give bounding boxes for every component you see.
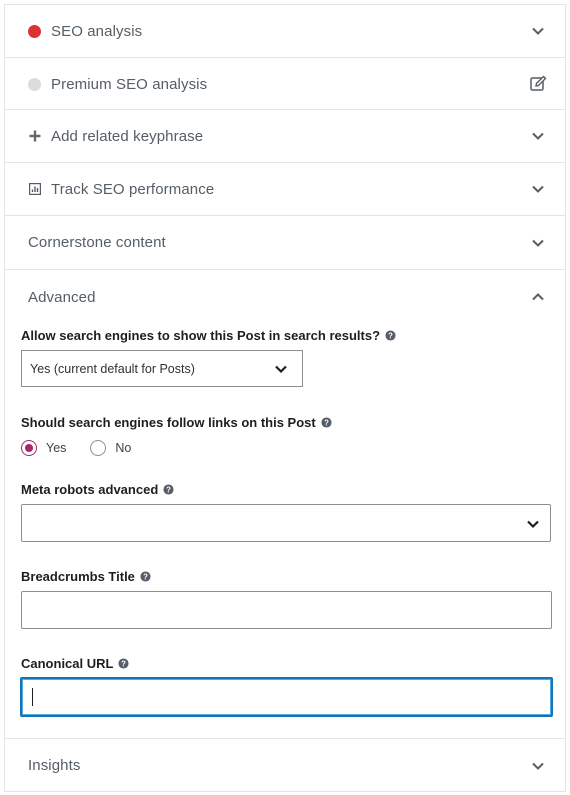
search-results-select[interactable]: Yes (current default for Posts) bbox=[21, 350, 303, 387]
label-text: Meta robots advanced bbox=[21, 482, 159, 497]
section-title: Track SEO performance bbox=[51, 180, 215, 198]
section-insights: Insights bbox=[5, 738, 565, 792]
svg-text:?: ? bbox=[388, 331, 393, 340]
breadcrumbs-title-label: Breadcrumbs Title ? bbox=[21, 569, 151, 584]
text-caret bbox=[32, 688, 33, 706]
chart-icon bbox=[28, 183, 41, 196]
section-advanced: Advanced Allow search engines to show th… bbox=[5, 269, 565, 738]
chevron-up-icon bbox=[532, 293, 544, 301]
select-value: Yes (current default for Posts) bbox=[30, 361, 195, 376]
chevron-down-icon bbox=[532, 762, 544, 770]
label-text: Should search engines follow links on th… bbox=[21, 415, 316, 430]
chevron-down-icon bbox=[532, 185, 544, 193]
svg-text:?: ? bbox=[166, 485, 171, 494]
section-cornerstone-content: Cornerstone content bbox=[5, 215, 565, 269]
follow-links-radio-group: Yes No bbox=[21, 440, 131, 456]
canonical-url-label: Canonical URL ? bbox=[21, 656, 130, 671]
chevron-down-icon bbox=[532, 132, 544, 140]
section-title: Advanced bbox=[28, 288, 96, 306]
red-dot-bullet-icon bbox=[28, 24, 41, 38]
edit-icon[interactable] bbox=[529, 75, 547, 93]
section-add-related-keyphrase: Add related keyphrase bbox=[5, 109, 565, 162]
track-seo-performance-toggle[interactable]: Track SEO performance bbox=[5, 163, 565, 215]
follow-links-yes-radio[interactable] bbox=[21, 440, 37, 456]
search-results-label: Allow search engines to show this Post i… bbox=[21, 328, 396, 343]
section-title: Cornerstone content bbox=[28, 234, 166, 251]
section-seo-analysis: SEO analysis bbox=[5, 4, 565, 57]
add-related-keyphrase-toggle[interactable]: Add related keyphrase bbox=[5, 110, 565, 162]
canonical-url-input[interactable] bbox=[20, 677, 553, 717]
cornerstone-content-toggle[interactable]: Cornerstone content bbox=[5, 216, 565, 269]
follow-links-label: Should search engines follow links on th… bbox=[21, 415, 332, 430]
section-premium-seo-analysis: Premium SEO analysis bbox=[5, 57, 565, 109]
meta-robots-select[interactable] bbox=[21, 504, 551, 542]
premium-seo-analysis-toggle[interactable]: Premium SEO analysis bbox=[5, 58, 565, 110]
insights-toggle[interactable]: Insights bbox=[5, 739, 565, 792]
breadcrumbs-title-input[interactable] bbox=[21, 591, 552, 629]
svg-text:?: ? bbox=[324, 418, 329, 427]
radio-label-yes: Yes bbox=[46, 441, 67, 455]
svg-text:?: ? bbox=[143, 572, 148, 581]
help-icon[interactable]: ? bbox=[385, 330, 396, 341]
yoast-seo-metabox: SEO analysis Premium SEO analysis Add re… bbox=[4, 4, 566, 792]
help-icon[interactable]: ? bbox=[321, 417, 332, 428]
advanced-toggle[interactable]: Advanced bbox=[5, 270, 565, 324]
label-text: Canonical URL bbox=[21, 656, 114, 671]
section-track-seo-performance: Track SEO performance bbox=[5, 162, 565, 215]
section-title: SEO analysis bbox=[51, 22, 143, 40]
meta-robots-label: Meta robots advanced ? bbox=[21, 482, 174, 497]
plus-icon bbox=[28, 130, 41, 143]
chevron-down-icon bbox=[275, 365, 287, 374]
help-icon[interactable]: ? bbox=[163, 484, 174, 495]
follow-links-no-radio[interactable] bbox=[90, 440, 107, 456]
section-title: Premium SEO analysis bbox=[51, 75, 208, 93]
chevron-down-icon bbox=[527, 520, 539, 529]
grey-dot-bullet-icon bbox=[28, 77, 41, 91]
section-title: Insights bbox=[28, 757, 81, 774]
radio-label-no: No bbox=[115, 441, 132, 455]
svg-text:?: ? bbox=[122, 659, 127, 668]
chevron-down-icon bbox=[532, 27, 544, 35]
label-text: Allow search engines to show this Post i… bbox=[21, 328, 381, 343]
label-text: Breadcrumbs Title bbox=[21, 569, 135, 584]
seo-analysis-toggle[interactable]: SEO analysis bbox=[5, 5, 565, 57]
help-icon[interactable]: ? bbox=[140, 571, 151, 582]
chevron-down-icon bbox=[532, 239, 544, 247]
section-title: Add related keyphrase bbox=[51, 127, 204, 145]
help-icon[interactable]: ? bbox=[118, 658, 130, 669]
